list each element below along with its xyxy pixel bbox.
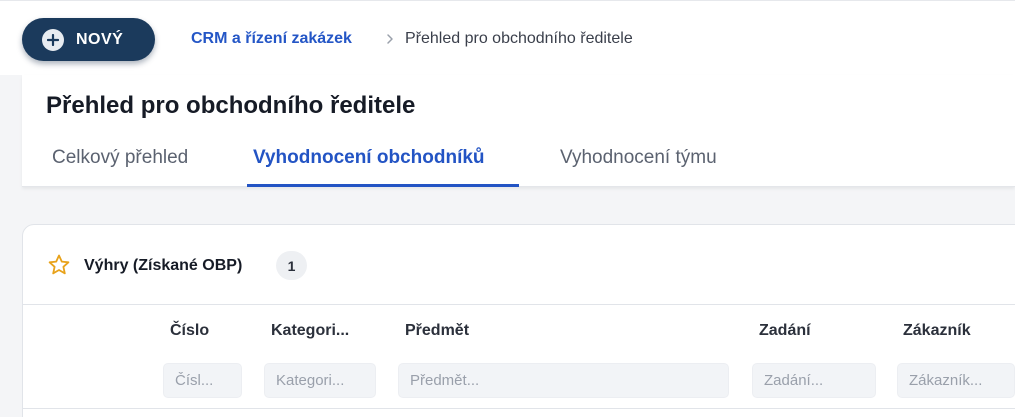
page-header: Přehled pro obchodního ředitele Celkový … — [22, 75, 1015, 187]
top-bar: NOVÝ CRM a řízení zakázek Přehled pro ob… — [0, 0, 1015, 75]
count-badge: 1 — [276, 251, 307, 280]
new-button-label: NOVÝ — [76, 30, 124, 48]
filter-category-input[interactable] — [264, 363, 376, 398]
star-icon — [47, 253, 71, 277]
page-title: Přehled pro obchodního ředitele — [46, 92, 416, 119]
filter-customer-input[interactable] — [897, 363, 1015, 398]
filter-subject-input[interactable] — [398, 363, 729, 398]
tab-team-evaluation[interactable]: Vyhodnocení týmu — [560, 147, 717, 169]
filter-number-input[interactable] — [163, 363, 242, 398]
table-divider — [23, 408, 1015, 409]
breadcrumb-current: Přehled pro obchodního ředitele — [405, 30, 633, 47]
plus-icon — [42, 28, 64, 51]
active-tab-indicator — [247, 184, 519, 187]
breadcrumb-parent-link[interactable]: CRM a řízení zakázek — [191, 30, 352, 48]
chevron-right-icon — [383, 32, 397, 46]
new-button[interactable]: NOVÝ — [22, 18, 155, 61]
wins-panel: Výhry (Získané OBP) 1 Číslo Kategori... … — [22, 224, 1015, 417]
column-header-customer[interactable]: Zákazník — [903, 322, 971, 340]
column-header-subject[interactable]: Předmět — [405, 322, 469, 340]
panel-header: Výhry (Získané OBP) 1 — [23, 225, 1015, 305]
filter-assignment-input[interactable] — [752, 363, 876, 398]
tab-overview[interactable]: Celkový přehled — [52, 147, 188, 169]
column-header-category[interactable]: Kategori... — [271, 322, 349, 340]
column-header-number[interactable]: Číslo — [170, 322, 209, 340]
panel-title: Výhry (Získané OBP) — [84, 257, 243, 274]
column-header-assignment[interactable]: Zadání — [759, 322, 811, 340]
tab-salespeople-evaluation[interactable]: Vyhodnocení obchodníků — [253, 147, 485, 169]
